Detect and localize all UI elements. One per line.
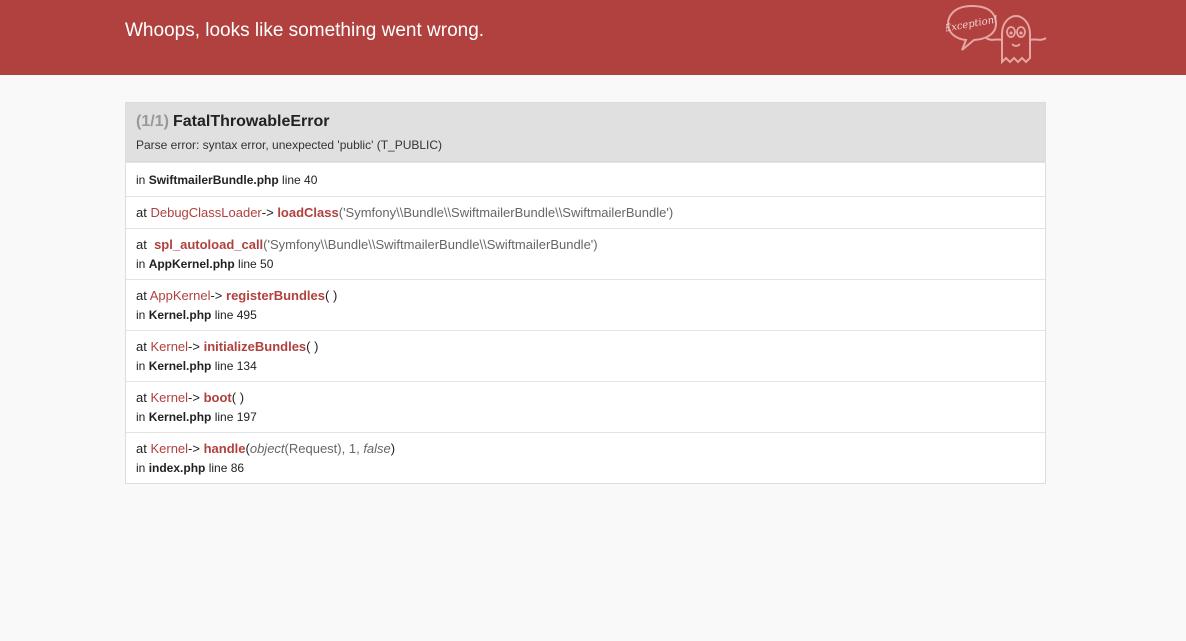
line-number: line 40	[282, 173, 318, 187]
error-header: Whoops, looks like something went wrong.…	[0, 0, 1186, 75]
arg-bool: false	[363, 441, 391, 456]
class-name: Kernel	[150, 390, 189, 405]
function-name: loadClass	[277, 205, 339, 220]
line-number: line 50	[238, 257, 274, 271]
trace-call: at Kernel-> boot( )	[136, 390, 245, 405]
call-args: ( )	[325, 288, 338, 303]
file-name: SwiftmailerBundle.php	[148, 173, 279, 187]
call-args: (Request), 1,	[284, 441, 364, 456]
trace-call: at spl_autoload_call('Symfony\\Bundle\\S…	[136, 237, 598, 252]
function-name: boot	[203, 390, 232, 405]
call-args: ( )	[306, 339, 319, 354]
ghost-mascot-icon: Exception!	[946, 4, 1047, 65]
trace-location: in AppKernel.php line 50	[136, 257, 274, 271]
trace-call: at Kernel-> handle(object(Request), 1, f…	[136, 441, 396, 456]
call-args: ('Symfony\\Bundle\\SwiftmailerBundle\\Sw…	[338, 205, 674, 220]
trace-location: in index.php line 86	[136, 461, 245, 475]
exception-class: FatalThrowableError	[173, 113, 330, 130]
trace-location: in Kernel.php line 495	[136, 308, 257, 322]
line-number: line 197	[214, 410, 257, 424]
file-name: Kernel.php	[148, 359, 212, 373]
trace-row: at DebugClassLoader-> loadClass('Symfony…	[126, 196, 1045, 228]
trace-location: in Kernel.php line 197	[136, 410, 257, 424]
file-name: Kernel.php	[148, 308, 212, 322]
class-name: Kernel	[150, 441, 189, 456]
function-name: handle	[203, 441, 246, 456]
trace-row: at spl_autoload_call('Symfony\\Bundle\\S…	[126, 228, 1045, 279]
arg-type: object	[249, 441, 285, 456]
line-number: line 134	[214, 359, 257, 373]
file-name: index.php	[148, 461, 206, 475]
trace-row: in SwiftmailerBundle.php line 40	[126, 162, 1045, 196]
trace-location: in Kernel.php line 134	[136, 359, 257, 373]
trace-call: at DebugClassLoader-> loadClass('Symfony…	[136, 205, 674, 220]
exception-summary: (1/1) FatalThrowableError Parse error: s…	[126, 103, 1045, 162]
exception-message: Parse error: syntax error, unexpected 'p…	[136, 138, 443, 152]
call-args: ( )	[231, 390, 245, 405]
function-name: spl_autoload_call	[154, 237, 264, 252]
file-name: AppKernel.php	[148, 257, 235, 271]
trace-row: at Kernel-> initializeBundles( ) in Kern…	[126, 330, 1045, 381]
trace-call: at AppKernel-> registerBundles( )	[136, 288, 338, 303]
class-name: DebugClassLoader	[150, 205, 262, 220]
class-name: AppKernel	[149, 288, 211, 303]
trace-location: in SwiftmailerBundle.php line 40	[136, 173, 318, 187]
trace-call: at Kernel-> initializeBundles( )	[136, 339, 319, 354]
function-name: initializeBundles	[203, 339, 307, 354]
function-name: registerBundles	[226, 288, 325, 303]
line-number: line 495	[214, 308, 257, 322]
exception-panel: (1/1) FatalThrowableError Parse error: s…	[125, 102, 1046, 484]
trace-row: at Kernel-> handle(object(Request), 1, f…	[126, 432, 1045, 483]
svg-text:Exception!: Exception!	[946, 14, 999, 34]
exception-count: (1/1)	[136, 113, 169, 130]
class-name: Kernel	[150, 339, 189, 354]
line-number: line 86	[208, 461, 245, 475]
call-args: ('Symfony\\Bundle\\SwiftmailerBundle\\Sw…	[263, 237, 598, 252]
trace-row: at AppKernel-> registerBundles( ) in Ker…	[126, 279, 1045, 330]
trace-row: at Kernel-> boot( ) in Kernel.php line 1…	[126, 381, 1045, 432]
page-title: Whoops, looks like something went wrong.	[125, 20, 485, 41]
file-name: Kernel.php	[148, 410, 212, 424]
